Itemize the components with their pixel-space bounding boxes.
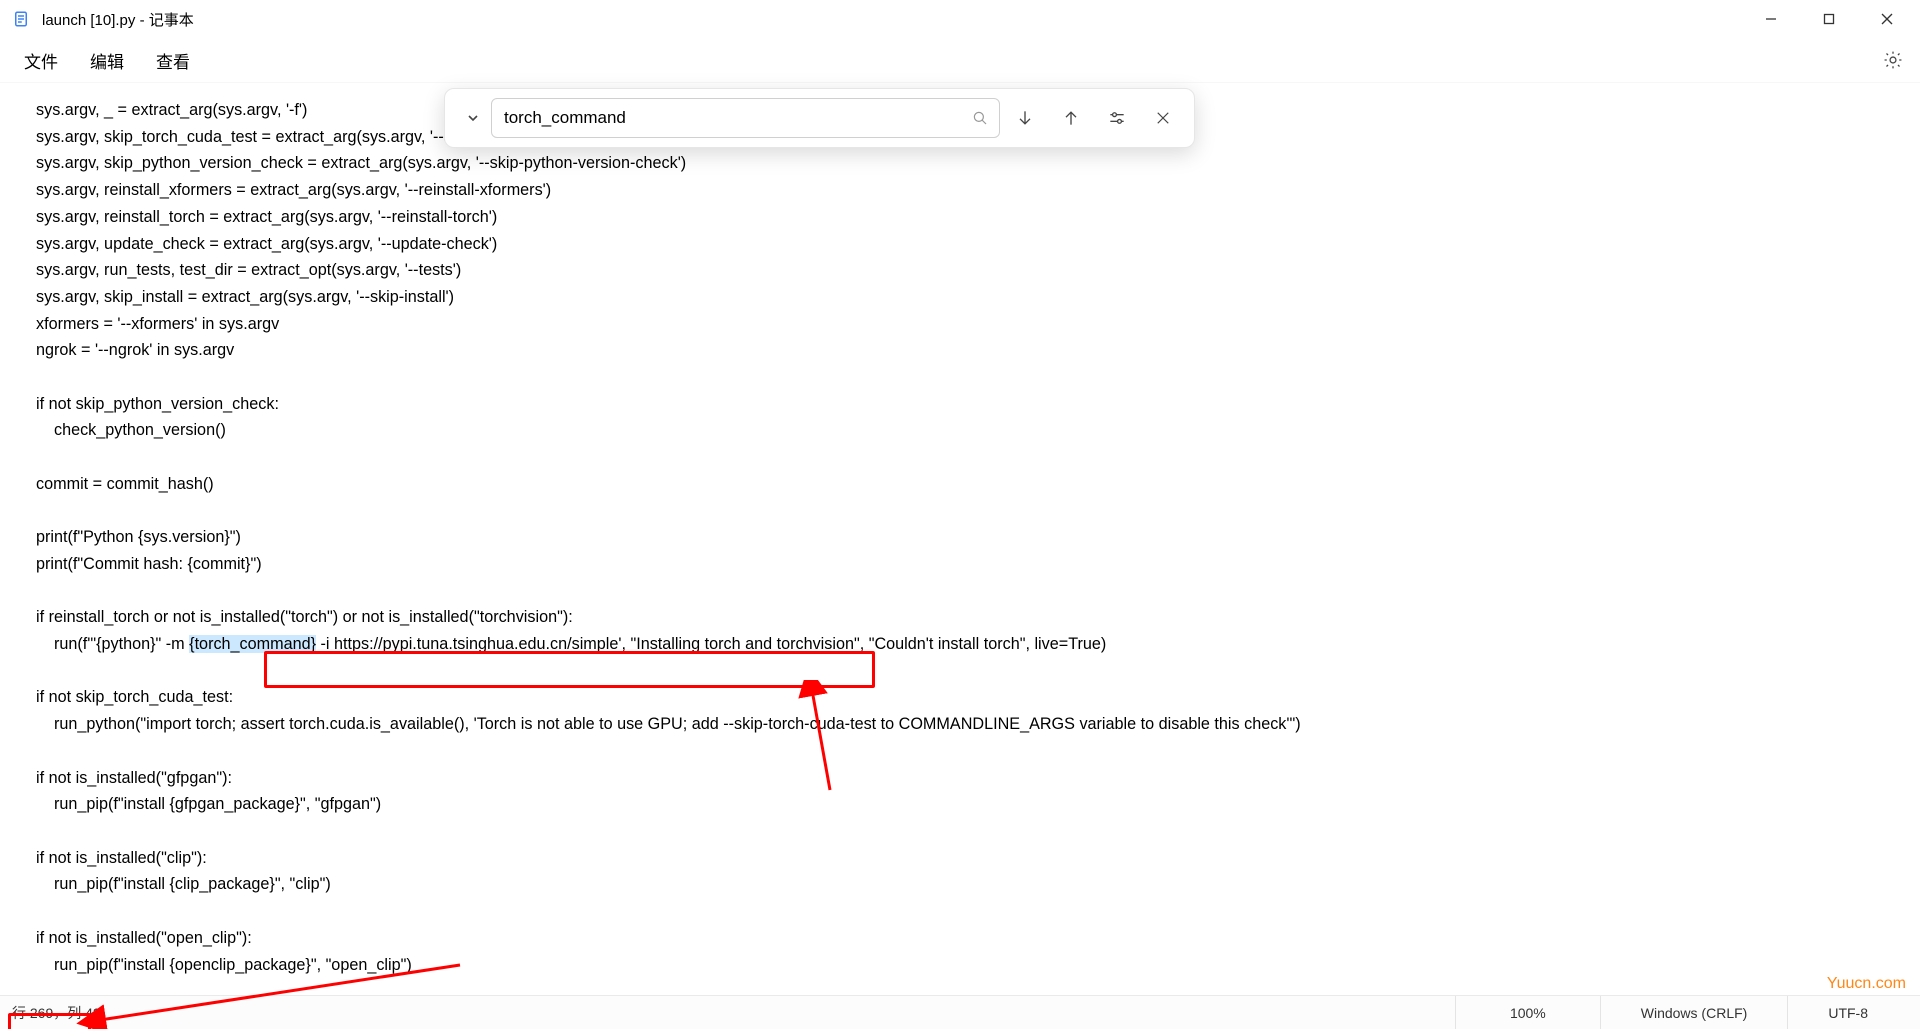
find-close-button[interactable] (1142, 97, 1184, 139)
find-input[interactable] (504, 108, 969, 128)
find-next-button[interactable] (1004, 97, 1046, 139)
status-bar: 行 269，列 43 100% Windows (CRLF) UTF-8 (0, 995, 1920, 1029)
code-line: if reinstall_torch or not is_installed("… (36, 608, 573, 626)
search-highlight: {torch_command} (189, 635, 316, 653)
code-line: if not is_installed("open_clip"): (36, 929, 252, 947)
code-line: sys.argv, update_check = extract_arg(sys… (36, 235, 497, 253)
code-line: sys.argv, reinstall_xformers = extract_a… (36, 181, 551, 199)
find-previous-button[interactable] (1050, 97, 1092, 139)
close-button[interactable] (1858, 0, 1916, 38)
menu-file[interactable]: 文件 (8, 42, 74, 79)
code-text[interactable]: sys.argv, _ = extract_arg(sys.argv, '-f'… (0, 83, 1920, 978)
menu-edit[interactable]: 编辑 (74, 42, 140, 79)
menu-view[interactable]: 查看 (140, 42, 206, 79)
line-ending[interactable]: Windows (CRLF) (1600, 996, 1788, 1029)
find-bar (444, 88, 1195, 148)
code-line: run_python("import torch; assert torch.c… (36, 715, 1301, 733)
menu-bar: 文件 编辑 查看 (0, 38, 1920, 82)
minimize-button[interactable] (1742, 0, 1800, 38)
app-icon (12, 10, 30, 28)
code-line: sys.argv, skip_install = extract_arg(sys… (36, 288, 454, 306)
code-line: if not is_installed("gfpgan"): (36, 769, 232, 787)
code-line: print(f"Python {sys.version}") (36, 528, 241, 546)
code-line: sys.argv, reinstall_torch = extract_arg(… (36, 208, 497, 226)
maximize-button[interactable] (1800, 0, 1858, 38)
code-line: commit = commit_hash() (36, 475, 214, 493)
code-line: if not skip_python_version_check: (36, 395, 279, 413)
code-line: run(f'"{python}" -m (36, 635, 189, 653)
code-line: if not skip_torch_cuda_test: (36, 688, 233, 706)
code-line: ngrok = '--ngrok' in sys.argv (36, 341, 234, 359)
find-options-button[interactable] (1096, 97, 1138, 139)
code-line: check_python_version() (36, 421, 226, 439)
cursor-position: 行 269，列 43 (12, 1003, 101, 1023)
code-line: xformers = '--xformers' in sys.argv (36, 315, 279, 333)
code-line: sys.argv, skip_python_version_check = ex… (36, 154, 686, 172)
code-line: -i https://pypi.tuna.tsinghua.edu.cn/sim… (316, 635, 1106, 653)
code-line: print(f"Commit hash: {commit}") (36, 555, 262, 573)
title-bar: launch [10].py - 记事本 (0, 0, 1920, 38)
settings-button[interactable] (1874, 41, 1912, 79)
watermark: Yuucn.com (1827, 975, 1906, 993)
code-line: sys.argv, _ = extract_arg(sys.argv, '-f'… (36, 101, 307, 119)
encoding[interactable]: UTF-8 (1787, 996, 1908, 1029)
search-icon (969, 107, 991, 129)
editor-area[interactable]: sys.argv, _ = extract_arg(sys.argv, '-f'… (0, 82, 1920, 995)
code-line: run_pip(f"install {openclip_package}", "… (36, 956, 412, 974)
window-title: launch [10].py - 记事本 (42, 9, 194, 30)
zoom-level[interactable]: 100% (1455, 996, 1600, 1029)
code-line: if not is_installed("clip"): (36, 849, 207, 867)
find-input-wrapper (491, 98, 1000, 138)
find-expand-button[interactable] (459, 104, 487, 132)
code-line: run_pip(f"install {clip_package}", "clip… (36, 875, 331, 893)
window-controls (1742, 0, 1916, 38)
code-line: run_pip(f"install {gfpgan_package}", "gf… (36, 795, 381, 813)
code-line: sys.argv, run_tests, test_dir = extract_… (36, 261, 461, 279)
